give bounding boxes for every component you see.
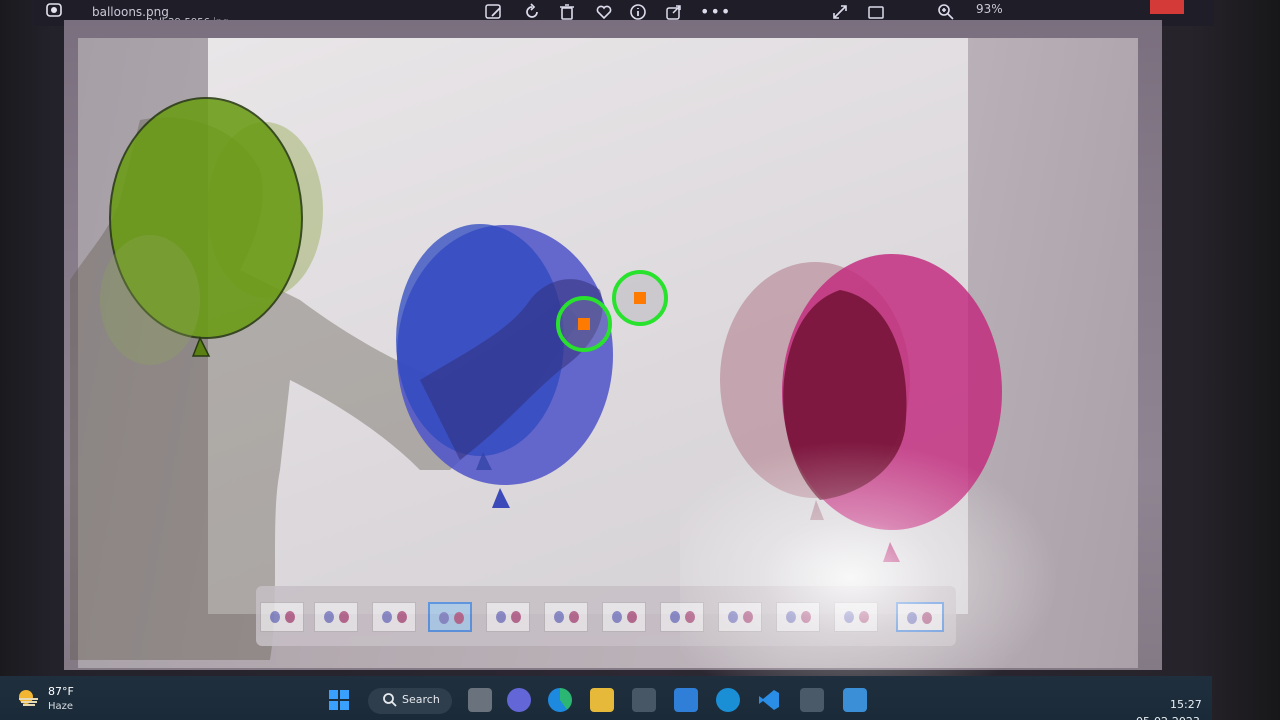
store-icon[interactable] (632, 688, 656, 712)
thumbnail-selected[interactable] (428, 602, 472, 632)
teams-chat-icon[interactable] (507, 688, 531, 712)
weather-icon[interactable] (16, 687, 42, 709)
marker-dot (634, 292, 646, 304)
thumbnail[interactable] (544, 602, 588, 632)
thumbnail[interactable] (486, 602, 530, 632)
thumbnail[interactable] (718, 602, 762, 632)
thumbnail[interactable] (314, 602, 358, 632)
search-icon (382, 692, 398, 712)
mail-icon[interactable] (674, 688, 698, 712)
filmstrip (256, 586, 956, 646)
browser-icon[interactable] (716, 688, 740, 712)
thumbnail[interactable] (602, 602, 646, 632)
task-view-icon[interactable] (468, 688, 492, 712)
thumbnail[interactable] (260, 602, 304, 632)
thumbnail[interactable] (776, 602, 820, 632)
thumbnail[interactable] (834, 602, 878, 632)
photos-taskbar-icon[interactable] (843, 688, 867, 712)
taskbar-search[interactable]: Search (368, 688, 452, 714)
clock-date[interactable]: 05-02-2023 (1136, 715, 1200, 720)
search-label: Search (402, 693, 440, 706)
vscode-icon[interactable] (757, 688, 781, 712)
marker-dot (578, 318, 590, 330)
clock-time[interactable]: 15:27 (1170, 698, 1202, 711)
weather-condition: Haze (48, 701, 74, 712)
pink-balloon (720, 254, 1002, 562)
start-icon[interactable] (327, 688, 351, 712)
screen: balloons.png Ball-29-5956.jpg ••• (0, 0, 1280, 720)
file-explorer-icon[interactable] (590, 688, 614, 712)
thumbnail[interactable] (896, 602, 944, 632)
target-marker-1[interactable] (556, 296, 612, 352)
thumbnail[interactable] (660, 602, 704, 632)
edge-icon[interactable] (548, 688, 572, 712)
weather-temperature: 87°F (48, 685, 74, 698)
taskbar: 87°F Haze Search 15:27 05-02-2023 (0, 676, 1212, 720)
python-app-icon[interactable] (800, 688, 824, 712)
target-marker-2[interactable] (612, 270, 668, 326)
thumbnail[interactable] (372, 602, 416, 632)
